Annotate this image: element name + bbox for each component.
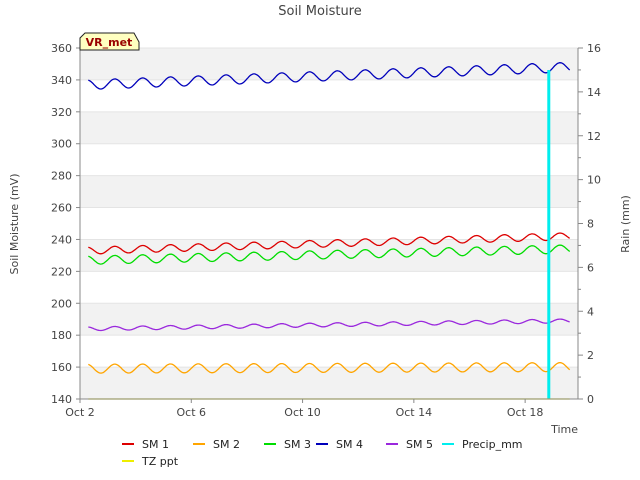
x-tick-label: Oct 6: [177, 406, 207, 419]
legend-label: SM 5: [406, 438, 433, 451]
site-badge-label: VR_met: [86, 36, 133, 49]
legend-item: SM 2: [193, 438, 240, 451]
left-tick-label: 260: [51, 202, 72, 215]
legend-item: SM 5: [386, 438, 433, 451]
x-tick-label: Oct 18: [507, 406, 544, 419]
legend-item: Precip_mm: [442, 438, 523, 451]
legend-label: SM 2: [213, 438, 240, 451]
legend: SM 1 SM 2 SM 3 SM 4 SM 5 Precip_mm TZ ppt: [122, 438, 523, 468]
background-band: [80, 175, 578, 208]
legend-item: SM 1: [122, 438, 169, 451]
chart-title: Soil Moisture: [278, 4, 362, 19]
left-tick-label: 240: [51, 233, 72, 246]
legend-item: SM 3: [264, 438, 311, 451]
background-band: [80, 48, 578, 80]
legend-label: SM 3: [284, 438, 311, 451]
left-tick-label: 360: [51, 42, 72, 55]
left-tick-label: 160: [51, 361, 72, 374]
right-tick-label: 12: [587, 130, 601, 143]
right-tick-label: 0: [587, 393, 594, 406]
left-tick-label: 200: [51, 297, 72, 310]
left-axis: 140 160 180 200 220 240 260 280 300 320 340 360: [51, 42, 81, 406]
x-tick-label: Oct 14: [396, 406, 433, 419]
right-axis: 0 2 4 6 8 10 12 14 16: [577, 42, 601, 406]
left-tick-label: 280: [51, 170, 72, 183]
site-badge: VR_met: [79, 32, 140, 51]
x-tick-label: Oct 10: [284, 406, 321, 419]
soil-moisture-chart: Soil Moisture 14016018020022024026028030…: [8, 4, 632, 468]
right-tick-label: 6: [587, 261, 594, 274]
legend-label: SM 1: [142, 438, 169, 451]
right-tick-label: 16: [587, 42, 601, 55]
right-tick-label: 14: [587, 86, 601, 99]
left-tick-label: 140: [51, 393, 72, 406]
legend-label: TZ ppt: [141, 455, 179, 468]
left-tick-label: 340: [51, 74, 72, 87]
right-tick-label: 4: [587, 305, 594, 318]
background-band: [80, 111, 578, 144]
y-axis-right-label: Rain (mm): [619, 195, 632, 253]
y-axis-left-label: Soil Moisture (mV): [8, 174, 21, 275]
x-axis: Oct 2 Oct 6 Oct 10 Oct 14 Oct 18: [65, 398, 578, 419]
background-band: [80, 303, 578, 336]
legend-item: SM 4: [316, 438, 363, 451]
right-tick-label: 2: [587, 349, 594, 362]
right-tick-label: 8: [587, 218, 594, 231]
left-tick-label: 220: [51, 265, 72, 278]
legend-label: Precip_mm: [462, 438, 523, 451]
x-tick-label: Oct 2: [65, 406, 95, 419]
background-bands: [80, 48, 578, 399]
legend-item: TZ ppt: [122, 455, 179, 468]
legend-label: SM 4: [336, 438, 363, 451]
x-axis-label: Time: [550, 423, 578, 436]
right-tick-label: 10: [587, 174, 601, 187]
gridlines: [80, 47, 578, 400]
left-tick-label: 300: [51, 138, 72, 151]
left-tick-label: 180: [51, 329, 72, 342]
left-tick-label: 320: [51, 106, 72, 119]
